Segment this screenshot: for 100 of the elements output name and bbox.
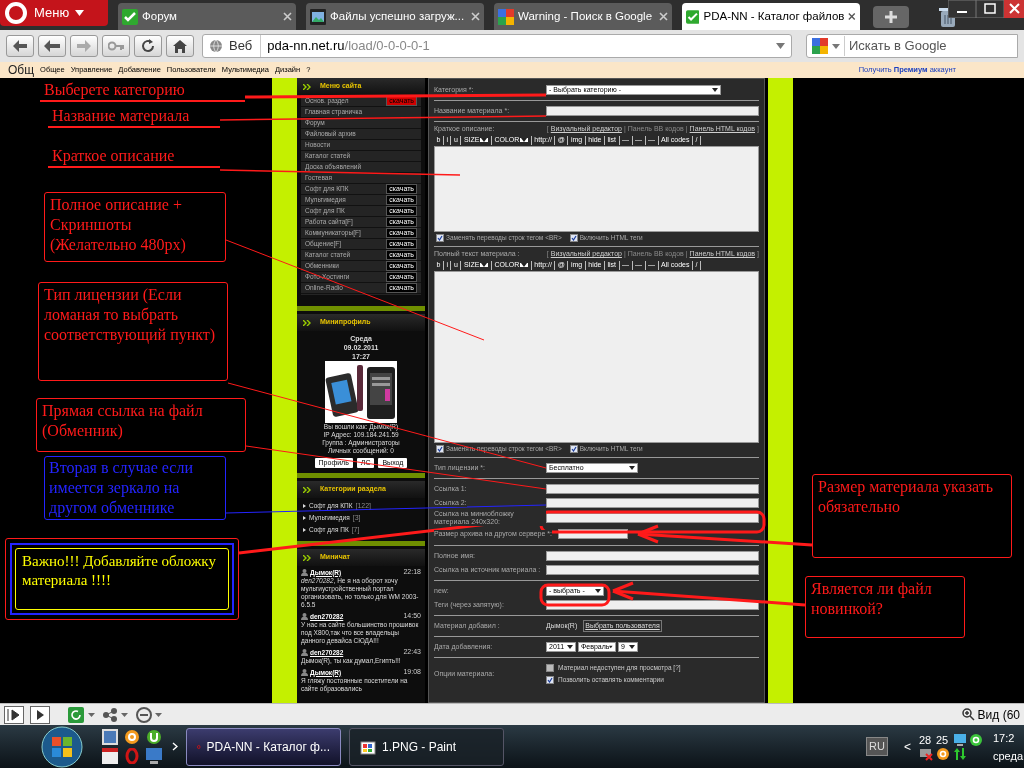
zoom-icon	[961, 708, 975, 721]
chat-status-icon[interactable]	[968, 732, 983, 747]
text-input[interactable]	[546, 498, 759, 508]
browser-tab[interactable]: Форум	[118, 3, 296, 30]
text-input[interactable]	[546, 551, 759, 561]
transfer-arrows-icon[interactable]	[952, 746, 967, 761]
network-icon[interactable]	[102, 706, 130, 723]
user-icon	[301, 649, 308, 656]
callout-note: Является ли файл новинкой?	[805, 576, 965, 638]
home-button[interactable]	[166, 35, 194, 57]
maximize-icon[interactable]	[976, 0, 1004, 18]
colored-squares-icon	[498, 8, 514, 25]
admin-bar-label: Общ	[8, 62, 35, 79]
browser-tab[interactable]: Файлы успешно загруж...	[306, 3, 484, 30]
taskbar-button[interactable]: PDA-NN - Каталог ф...	[186, 727, 341, 766]
block-icon[interactable]	[136, 706, 164, 723]
sync-icon[interactable]	[68, 706, 96, 723]
mail-icon[interactable]	[935, 746, 950, 761]
check-icon	[686, 8, 700, 25]
arrow-left-icon	[13, 40, 27, 52]
caret-icon	[521, 138, 528, 142]
mail-icon[interactable]	[124, 729, 140, 745]
checkbox[interactable]	[546, 663, 554, 672]
reload-icon	[141, 39, 155, 53]
zoom-control[interactable]: Вид (60	[961, 705, 1020, 724]
callout-note: Полное описание + Скриншоты (Желательно 480px)	[44, 192, 226, 262]
user-icon	[301, 569, 308, 576]
search-field[interactable]: Искать в Google	[806, 34, 1018, 58]
text-input[interactable]	[546, 600, 759, 610]
callout-note: Прямая ссылка на файл (Обменник)	[36, 398, 246, 452]
caret-icon	[481, 138, 488, 142]
globe-icon	[209, 39, 223, 53]
caret-icon	[595, 589, 601, 593]
arrow-left-icon	[44, 40, 60, 52]
callout-note: Выберете категорию	[40, 80, 245, 102]
text-input[interactable]	[546, 513, 759, 523]
chevron-icon[interactable]	[172, 742, 178, 751]
close-window-icon[interactable]	[1004, 0, 1024, 18]
monitor-icon[interactable]	[146, 748, 162, 764]
address-label: Веб	[229, 35, 262, 57]
caret-icon	[567, 645, 573, 649]
tray-number: 25	[935, 732, 950, 747]
browser-tab[interactable]: Warning - Поиск в Google	[494, 3, 672, 30]
paint-icon	[360, 738, 376, 755]
caret-icon	[609, 645, 613, 649]
taskbar-button[interactable]: 1.PNG - Paint	[349, 727, 504, 766]
rewind-button[interactable]	[38, 35, 66, 57]
torrent-icon[interactable]	[146, 729, 162, 745]
url-text: pda-nn.net.ru/load/0-0-0-0-1	[267, 37, 431, 56]
caret-icon	[629, 645, 635, 649]
browser-tab[interactable]: PDA-NN - Каталог файлов	[682, 3, 860, 30]
caret-icon	[629, 466, 635, 470]
double-chevron-icon	[303, 486, 312, 493]
reload-button[interactable]	[134, 35, 162, 57]
caret-icon	[481, 263, 488, 267]
dropdown-icon[interactable]	[832, 43, 840, 49]
image-icon	[310, 8, 326, 25]
play-icon[interactable]	[30, 705, 50, 724]
checkbox[interactable]	[436, 233, 444, 242]
caret-icon	[521, 263, 528, 267]
panel-toggle-icon[interactable]	[4, 705, 24, 724]
close-icon[interactable]	[848, 12, 856, 21]
text-input[interactable]	[546, 106, 759, 116]
checkbox[interactable]	[436, 444, 444, 453]
caret-icon	[75, 10, 85, 16]
search-engine-icon[interactable]	[812, 38, 828, 54]
network-error-icon[interactable]	[918, 746, 933, 761]
bullet-icon	[303, 504, 306, 508]
key-icon	[108, 41, 124, 51]
text-input[interactable]	[546, 565, 759, 575]
bullet-icon	[303, 516, 306, 520]
clock[interactable]: 17:2 среда	[992, 728, 1023, 765]
checkbox[interactable]	[546, 675, 554, 684]
callout-note: Вторая в случае если имеется зеркало на другом обменнике	[44, 456, 226, 520]
arrow-right-icon	[77, 40, 91, 52]
checkbox[interactable]	[569, 233, 578, 242]
menu-button[interactable]: Меню	[0, 0, 108, 26]
double-chevron-icon	[303, 83, 312, 90]
callout-note: Тип лицензии (Если ломаная то выбрать соответствующий пункт)	[38, 282, 228, 381]
address-field[interactable]: Веб pda-nn.net.ru/load/0-0-0-0-1	[202, 34, 792, 58]
start-button[interactable]	[40, 725, 84, 768]
caret-icon	[712, 88, 718, 92]
callout-note: Размер материала указать обязательно	[812, 474, 1012, 558]
text-input[interactable]	[546, 484, 759, 494]
minimize-icon[interactable]	[948, 0, 976, 18]
tray-expand-button[interactable]: <	[903, 737, 911, 756]
bullet-icon	[303, 528, 306, 532]
monitor-icon[interactable]	[952, 732, 967, 747]
user-icon	[301, 669, 308, 676]
dropdown-icon[interactable]	[776, 43, 785, 49]
calendar-icon[interactable]	[102, 748, 118, 764]
new-tab-button[interactable]	[873, 6, 909, 28]
user-icon	[301, 613, 308, 620]
checkbox[interactable]	[569, 444, 578, 453]
back-button[interactable]	[6, 35, 34, 57]
text-input[interactable]	[558, 529, 628, 539]
home-icon	[173, 39, 187, 53]
check-icon	[122, 8, 138, 25]
language-indicator[interactable]: RU	[866, 737, 888, 756]
search-placeholder: Искать в Google	[844, 36, 947, 56]
